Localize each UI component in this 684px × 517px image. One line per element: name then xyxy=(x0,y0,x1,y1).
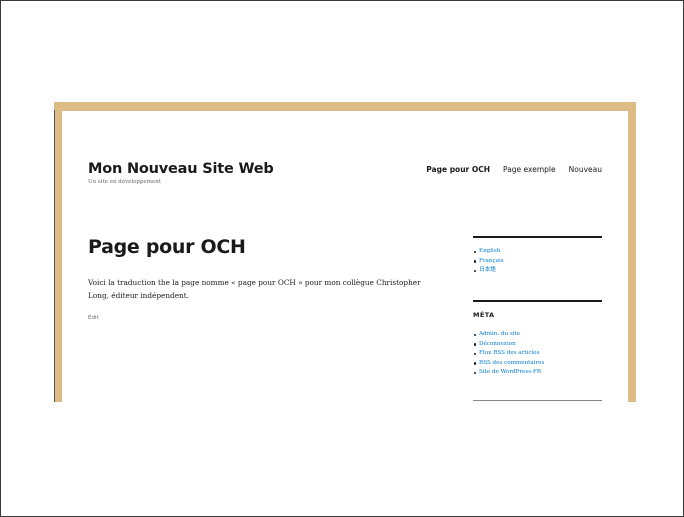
meta-link-admin[interactable]: Admin. du site xyxy=(473,330,544,340)
widget-divider xyxy=(473,400,602,401)
site-title[interactable]: Mon Nouveau Site Web xyxy=(88,161,274,177)
meta-link-posts-rss[interactable]: Flux RSS des articles xyxy=(473,349,544,359)
meta-link-wordpress-fr[interactable]: Site de WordPress-FR xyxy=(473,368,544,378)
meta-link-logout[interactable]: Déconnexion xyxy=(473,340,544,350)
edit-link[interactable]: Edit xyxy=(88,315,99,321)
page-title: Page pour OCH xyxy=(88,236,246,258)
meta-link-list: Admin. du site Déconnexion Flux RSS des … xyxy=(473,330,544,378)
language-link-francais[interactable]: Français xyxy=(473,257,504,267)
language-link-english[interactable]: English xyxy=(473,247,504,257)
widget-divider xyxy=(473,300,602,302)
widget-divider xyxy=(473,236,602,238)
meta-widget-title: MÉTA xyxy=(473,311,495,319)
left-edge-line xyxy=(54,110,55,402)
site-page: Mon Nouveau Site Web Un site en développ… xyxy=(62,111,628,402)
language-list: English Français 日本語 xyxy=(473,247,504,276)
sidebar: English Français 日本語 MÉTA Admin. du site… xyxy=(473,111,602,402)
site-description: Un site en développement xyxy=(88,179,161,185)
meta-link-comments-rss[interactable]: RSS des commentaires xyxy=(473,359,544,369)
language-link-japanese[interactable]: 日本語 xyxy=(473,266,504,276)
page-content: Voici la traduction the la page nomme « … xyxy=(88,278,421,300)
